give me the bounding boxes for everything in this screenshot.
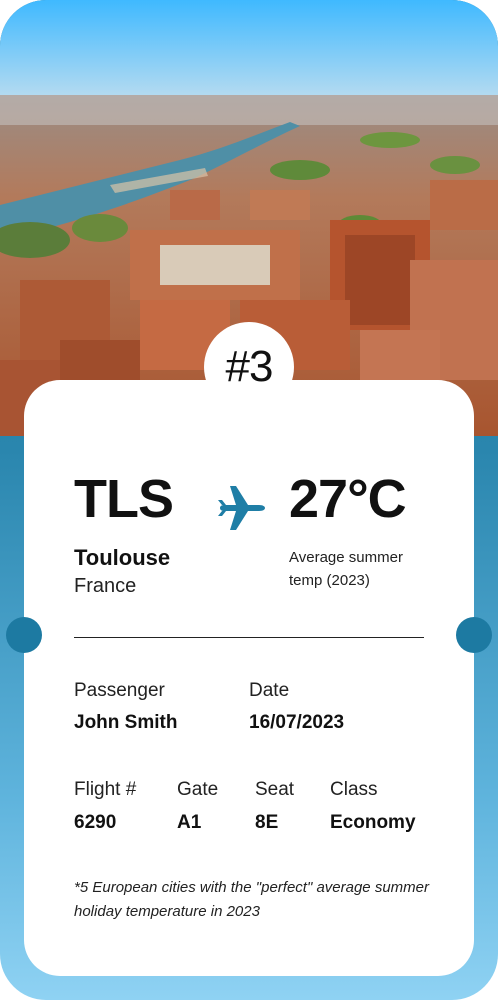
gate-value: A1	[177, 812, 202, 833]
seat-label: Seat	[255, 779, 295, 800]
passenger-label: Passenger	[74, 680, 165, 701]
boarding-pass: TLS 27°C Toulouse France Average summer …	[6, 380, 492, 976]
class-value: Economy	[330, 812, 416, 833]
date-label: Date	[249, 680, 290, 701]
city-name: Toulouse	[74, 545, 171, 570]
ticket-notch-left	[6, 617, 42, 653]
temperature-note: Average summer temp (2023)	[289, 549, 403, 589]
class-label: Class	[330, 779, 378, 800]
temperature: 27°C	[289, 469, 407, 529]
country-name: France	[74, 575, 137, 597]
gate-label: Gate	[177, 779, 219, 800]
airport-code: TLS	[74, 469, 174, 529]
divider	[74, 637, 424, 638]
ticket-notch-right	[456, 617, 492, 653]
seat-value: 8E	[255, 812, 279, 833]
date-value: 16/07/2023	[249, 712, 345, 733]
flight-number: 6290	[74, 812, 117, 833]
airplane-icon	[216, 482, 268, 534]
footnote: *5 European cities with the "perfect" av…	[74, 879, 429, 920]
flight-label: Flight #	[74, 779, 137, 800]
ticket-card-screen: TLS 27°C Toulouse France Average summer …	[0, 0, 498, 1000]
rank-badge: #3	[204, 322, 294, 412]
passenger-name: John Smith	[74, 712, 178, 733]
